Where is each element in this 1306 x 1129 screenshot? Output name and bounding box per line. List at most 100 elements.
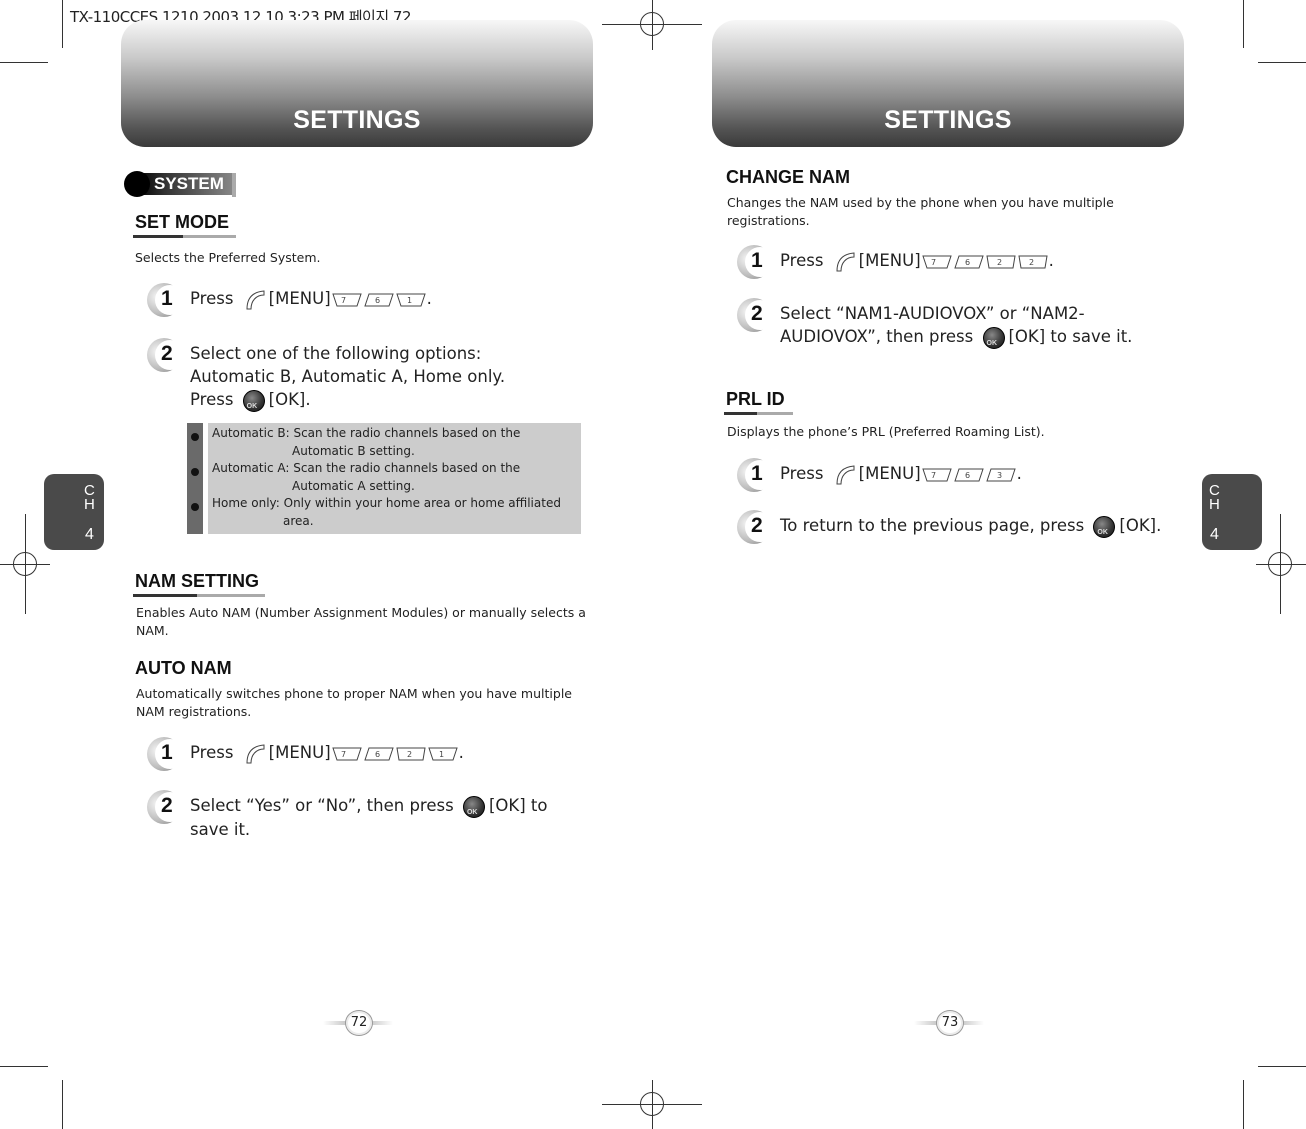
page-number-label: 72	[345, 1010, 373, 1036]
menu-label: [MENU]	[858, 464, 921, 483]
step-text: Press	[190, 390, 239, 409]
ok-button-icon: OK	[1093, 515, 1116, 538]
step-text: Press	[780, 464, 829, 483]
note-automatic-a: Automatic A: Scan the radio channels bas…	[212, 461, 521, 493]
svg-text:1: 1	[439, 750, 444, 759]
step-number: 1	[751, 462, 763, 485]
chapter-h: H	[84, 496, 95, 513]
set-mode-step-2: Select one of the following options: Aut…	[190, 342, 505, 412]
note-home-only: Home only: Only within your home area or…	[212, 496, 561, 528]
step-text: Automatic B, Automatic A, Home only.	[190, 367, 506, 386]
ok-button-icon: OK	[242, 389, 265, 412]
auto-nam-step-1: Press [MENU] 7 6 2 1.	[190, 741, 464, 765]
step-badge-1: 1	[737, 458, 775, 492]
step-text: save it.	[190, 819, 251, 839]
ok-label: [OK].	[268, 390, 311, 409]
auto-nam-description: Automatically switches phone to proper N…	[136, 686, 572, 719]
key-7-icon: 7	[331, 747, 362, 760]
left-chapter-tab: C H 4	[44, 474, 104, 550]
key-1-icon: 1	[395, 293, 426, 306]
title-underline	[724, 412, 793, 415]
step-text: AUDIOVOX”, then press	[780, 327, 979, 346]
step-badge-1: 1	[147, 737, 185, 771]
prl-id-step-1: Press [MENU] 7 6 3.	[780, 462, 1022, 486]
bullet-icon	[191, 503, 199, 511]
auto-nam-step-2: Select “Yes” or “No”, then press OK [OK] …	[190, 794, 547, 841]
bullet-icon	[191, 468, 199, 476]
key-6-icon: 6	[363, 293, 394, 306]
step-badge-2: 2	[737, 510, 775, 544]
prl-id-title: PRL ID	[726, 389, 785, 409]
step-badge-1: 1	[737, 245, 775, 279]
key-7-icon: 7	[921, 468, 952, 481]
step-suffix: .	[1016, 464, 1022, 483]
menu-label: [MENU]	[858, 251, 921, 270]
key-7-icon: 7	[921, 255, 952, 268]
prl-id-description: Displays the phone’s PRL (Preferred Roam…	[727, 424, 1045, 439]
page-number-72: 72	[323, 1010, 393, 1036]
step-number: 2	[751, 302, 763, 325]
ok-button-icon: OK	[462, 795, 485, 818]
step-number: 2	[161, 342, 173, 365]
chapter-h: H	[1209, 496, 1220, 513]
key-1-icon: 1	[427, 747, 458, 760]
step-text: Press	[780, 251, 829, 270]
ok-label: [OK] to save it.	[1008, 327, 1133, 346]
left-header-title: SETTINGS	[293, 106, 421, 134]
key-2-icon: 2	[986, 255, 1016, 268]
bullet-dot-icon	[124, 171, 150, 197]
change-nam-title: CHANGE NAM	[726, 167, 850, 187]
svg-text:2: 2	[1029, 258, 1034, 267]
key-2-icon: 2	[396, 747, 426, 760]
step-text: Select one of the following options:	[190, 344, 482, 363]
step-number: 1	[161, 741, 173, 764]
svg-text:6: 6	[965, 258, 970, 267]
menu-label: [MENU]	[268, 289, 331, 308]
svg-text:6: 6	[375, 296, 380, 305]
set-mode-description: Selects the Preferred System.	[135, 250, 321, 265]
title-underline	[133, 235, 236, 238]
step-badge-2: 2	[147, 790, 185, 824]
svg-text:6: 6	[965, 471, 970, 480]
step-badge-2: 2	[737, 298, 775, 332]
key-7-icon: 7	[331, 293, 362, 306]
prl-id-step-2: To return to the previous page, press OK…	[780, 514, 1161, 538]
section-badge-system: SYSTEM	[124, 171, 236, 197]
set-mode-step-1: Press [MENU] 7 6 1.	[190, 287, 432, 311]
svg-text:7: 7	[341, 296, 346, 305]
menu-softkey-icon	[836, 464, 855, 484]
step-text: Select “Yes” or “No”, then press	[190, 796, 459, 815]
page-number-73: 73	[914, 1010, 984, 1036]
note-automatic-b: Automatic B: Scan the radio channels bas…	[212, 426, 521, 458]
auto-nam-title: AUTO NAM	[135, 658, 232, 678]
change-nam-step-2: Select “NAM1-AUDIOVOX” or “NAM2- AUDIOVO…	[780, 302, 1132, 349]
step-number: 1	[751, 249, 763, 272]
svg-text:7: 7	[931, 258, 936, 267]
step-text: To return to the previous page, press	[780, 516, 1090, 535]
svg-text:2: 2	[997, 258, 1002, 267]
step-badge-2: 2	[147, 338, 185, 372]
left-page-header: SETTINGS	[121, 20, 593, 147]
svg-text:7: 7	[341, 750, 346, 759]
right-chapter-tab: C H 4	[1202, 474, 1262, 550]
key-2-icon: 2	[1018, 255, 1048, 268]
menu-softkey-icon	[246, 743, 265, 763]
title-underline	[133, 594, 265, 597]
chapter-number: 4	[1210, 526, 1219, 543]
nam-setting-description: Enables Auto NAM (Number Assignment Modu…	[136, 605, 586, 638]
step-number: 2	[161, 794, 173, 817]
menu-softkey-icon	[246, 289, 265, 309]
step-badge-1: 1	[147, 283, 185, 317]
step-suffix: .	[1048, 251, 1054, 270]
menu-softkey-icon	[836, 251, 855, 271]
key-6-icon: 6	[953, 255, 984, 268]
svg-text:1: 1	[407, 296, 412, 305]
step-suffix: .	[458, 743, 464, 762]
section-badge-label: SYSTEM	[154, 174, 224, 193]
right-page-header: SETTINGS	[712, 20, 1184, 147]
right-header-title: SETTINGS	[884, 106, 1012, 134]
key-6-icon: 6	[953, 468, 984, 481]
options-note-box: Automatic B: Scan the radio channels bas…	[187, 423, 581, 534]
page-number-label: 73	[936, 1010, 964, 1036]
svg-text:2: 2	[407, 750, 412, 759]
